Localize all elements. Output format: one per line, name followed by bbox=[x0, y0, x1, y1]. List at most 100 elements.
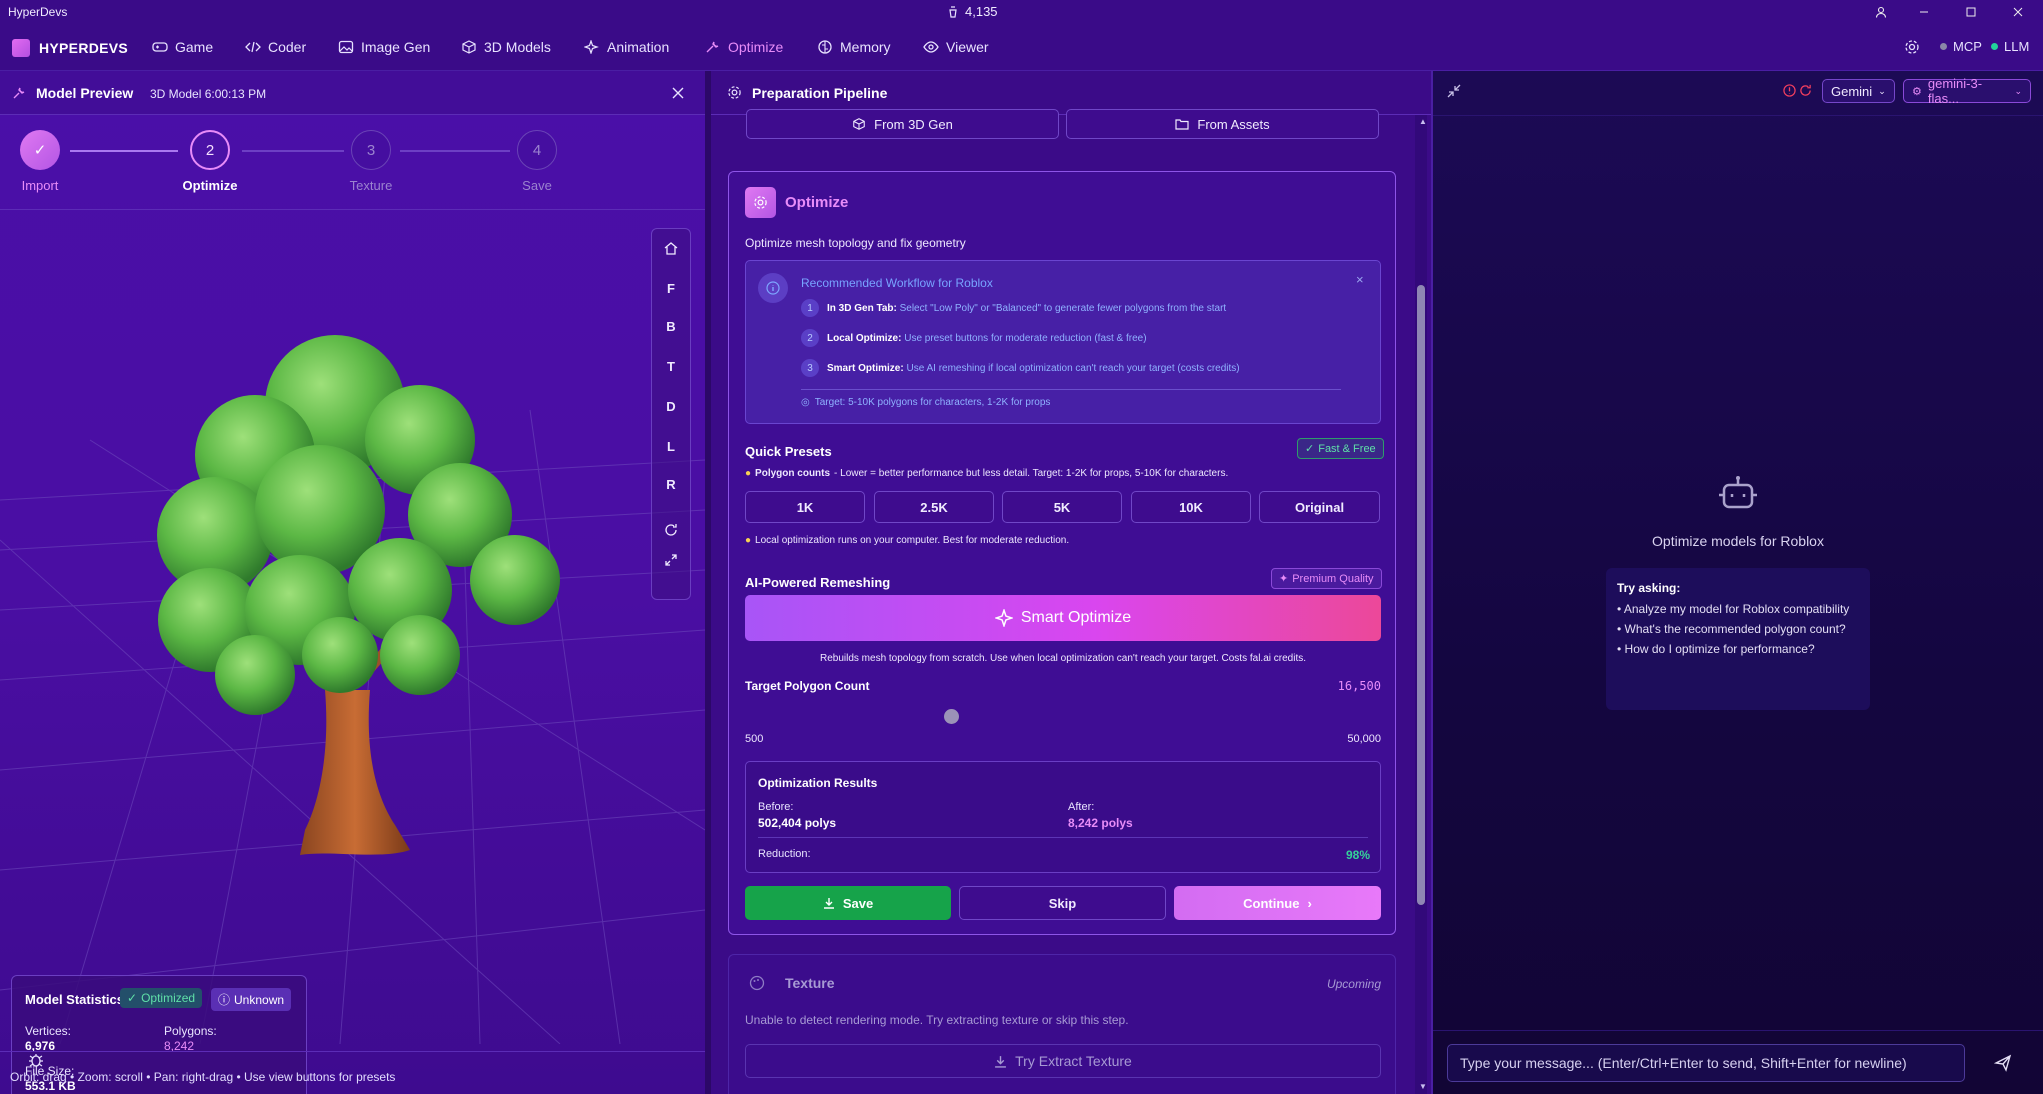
main-nav: HYPERDEVS Game Coder Image Gen 3D Models… bbox=[0, 23, 2043, 93]
preparation-pipeline-panel: Preparation Pipeline From 3D Gen From As… bbox=[711, 71, 1431, 1094]
target-slider-thumb[interactable] bbox=[944, 709, 960, 724]
home-view-icon[interactable] bbox=[652, 229, 690, 267]
workflow-item-number: 3 bbox=[801, 359, 819, 377]
tab-memory[interactable]: Memory bbox=[817, 31, 891, 63]
suggestion-item[interactable]: • How do I optimize for performance? bbox=[1617, 642, 1815, 656]
texture-title: Texture bbox=[785, 975, 835, 991]
mcp-status[interactable]: MCP bbox=[1940, 39, 1982, 54]
preset-10k-button[interactable]: 10K bbox=[1131, 491, 1251, 523]
tab-optimize[interactable]: Optimize bbox=[705, 31, 783, 63]
step-number: 2 bbox=[205, 141, 215, 159]
slider-max-label: 50,000 bbox=[1347, 733, 1381, 745]
pipeline-scrollbar[interactable]: ▲ ▼ bbox=[1415, 115, 1427, 1094]
user-icon[interactable] bbox=[1871, 2, 1891, 22]
polygon-tip: ● Polygon counts - Lower = better perform… bbox=[745, 468, 1228, 479]
suggestion-item[interactable]: • Analyze my model for Roblox compatibil… bbox=[1617, 602, 1849, 616]
workflow-item-bold: In 3D Gen Tab: bbox=[827, 302, 897, 314]
view-down-button[interactable]: D bbox=[652, 387, 690, 425]
preset-5k-button[interactable]: 5K bbox=[1002, 491, 1122, 523]
step-save-circle[interactable]: 4 bbox=[517, 130, 557, 170]
workflow-item-number: 1 bbox=[801, 299, 819, 317]
stats-title: Model Statistics bbox=[25, 992, 124, 1007]
tab-viewer[interactable]: Viewer bbox=[923, 31, 989, 63]
suggestion-text: How do I optimize for performance? bbox=[1624, 642, 1815, 656]
workflow-close-icon[interactable]: × bbox=[1356, 272, 1364, 287]
tab-animation[interactable]: Animation bbox=[584, 31, 669, 63]
texture-status: Upcoming bbox=[1326, 977, 1381, 991]
view-front-button[interactable]: F bbox=[652, 269, 690, 307]
chat-empty-title: Optimize models for Roblox bbox=[1652, 533, 1824, 549]
collapse-icon[interactable] bbox=[1447, 84, 1461, 98]
window-close-icon[interactable] bbox=[2008, 2, 2028, 22]
divider bbox=[758, 837, 1368, 838]
tab-game[interactable]: Game bbox=[152, 31, 213, 63]
credits-display: 4,135 bbox=[947, 4, 998, 19]
minimize-icon[interactable] bbox=[1914, 2, 1934, 22]
button-label: Continue bbox=[1243, 895, 1300, 911]
suggestion-item[interactable]: • What's the recommended polygon count? bbox=[1617, 622, 1846, 636]
debug-bug-icon[interactable] bbox=[27, 1051, 45, 1069]
tab-coder[interactable]: Coder bbox=[245, 31, 306, 63]
workflow-box: Recommended Workflow for Roblox × 1 In 3D… bbox=[745, 260, 1381, 424]
preset-1k-button[interactable]: 1K bbox=[745, 491, 865, 523]
fullscreen-icon[interactable] bbox=[652, 541, 690, 579]
preview-subtitle: 3D Model 6:00:13 PM bbox=[150, 87, 267, 101]
tab-label: Optimize bbox=[728, 39, 784, 55]
before-value: 502,404 polys bbox=[758, 816, 837, 830]
try-extract-texture-button[interactable]: Try Extract Texture bbox=[745, 1044, 1381, 1078]
target-polygon-label: Target Polygon Count bbox=[745, 679, 870, 693]
button-label: Save bbox=[842, 895, 874, 911]
maximize-icon[interactable] bbox=[1961, 2, 1981, 22]
optimize-gear-icon bbox=[745, 187, 776, 218]
step-label-optimize: Optimize bbox=[182, 178, 238, 193]
from-3d-gen-button[interactable]: From 3D Gen bbox=[746, 109, 1059, 139]
preset-original-button[interactable]: Original bbox=[1259, 491, 1380, 523]
workflow-target-text: Target: 5-10K polygons for characters, 1… bbox=[814, 397, 1051, 408]
tab-3d-models[interactable]: 3D Models bbox=[461, 31, 551, 63]
wrench-icon bbox=[705, 40, 721, 54]
step-import-circle[interactable]: ✓ bbox=[20, 130, 60, 170]
divider bbox=[0, 1051, 705, 1052]
suggestions-box: Try asking: • Analyze my model for Roblo… bbox=[1606, 568, 1870, 710]
check-icon: ✓ bbox=[1305, 443, 1315, 455]
skip-button[interactable]: Skip bbox=[959, 886, 1166, 920]
settings-gear-icon[interactable] bbox=[1904, 39, 1920, 55]
download-icon bbox=[994, 1055, 1007, 1068]
scroll-up-icon[interactable]: ▲ bbox=[1419, 117, 1427, 126]
model-select[interactable]: ⚙ gemini-3-flas... ⌄ bbox=[1903, 76, 2031, 106]
preset-2-5k-button[interactable]: 2.5K bbox=[874, 491, 994, 523]
scroll-down-icon[interactable]: ▼ bbox=[1419, 1082, 1427, 1091]
badge-label: Optimized bbox=[141, 991, 196, 1005]
llm-status[interactable]: LLM bbox=[1991, 39, 2029, 54]
view-top-button[interactable]: T bbox=[652, 347, 690, 385]
step-texture-circle[interactable]: 3 bbox=[351, 130, 391, 170]
from-assets-button[interactable]: From Assets bbox=[1066, 109, 1379, 139]
smart-optimize-button[interactable]: Smart Optimize bbox=[745, 595, 1381, 641]
chat-message-input[interactable] bbox=[1447, 1044, 1965, 1082]
refresh-icon[interactable] bbox=[1799, 84, 1812, 97]
view-left-button[interactable]: L bbox=[652, 427, 690, 465]
credits-icon bbox=[947, 5, 959, 18]
step-connector bbox=[242, 150, 344, 152]
check-icon: ✓ bbox=[127, 991, 138, 1005]
reduction-label: Reduction: bbox=[758, 848, 811, 860]
continue-button[interactable]: Continue › bbox=[1174, 886, 1381, 920]
3d-viewport[interactable] bbox=[0, 210, 705, 1044]
brand[interactable]: HYPERDEVS bbox=[12, 39, 128, 57]
workflow-item: 2 Local Optimize: Use preset buttons for … bbox=[801, 329, 1371, 347]
send-button[interactable] bbox=[1978, 1044, 2028, 1082]
view-back-button[interactable]: B bbox=[652, 307, 690, 345]
save-button[interactable]: Save bbox=[745, 886, 951, 920]
view-right-button[interactable]: R bbox=[652, 465, 690, 503]
scrollbar-thumb[interactable] bbox=[1417, 285, 1425, 905]
target-slider-track[interactable] bbox=[745, 709, 1381, 724]
step-optimize-circle[interactable]: 2 bbox=[190, 130, 230, 170]
provider-select[interactable]: Gemini ⌄ bbox=[1822, 79, 1895, 103]
close-preview-icon[interactable] bbox=[672, 87, 684, 99]
chevron-down-icon: ⌄ bbox=[1878, 85, 1886, 96]
tab-label: Game bbox=[175, 39, 214, 55]
error-status-icon[interactable] bbox=[1783, 84, 1796, 97]
ai-remesh-title: AI-Powered Remeshing bbox=[745, 575, 891, 590]
workflow-target: ◎ Target: 5-10K polygons for characters, … bbox=[801, 397, 1050, 408]
tab-image-gen[interactable]: Image Gen bbox=[338, 31, 430, 63]
